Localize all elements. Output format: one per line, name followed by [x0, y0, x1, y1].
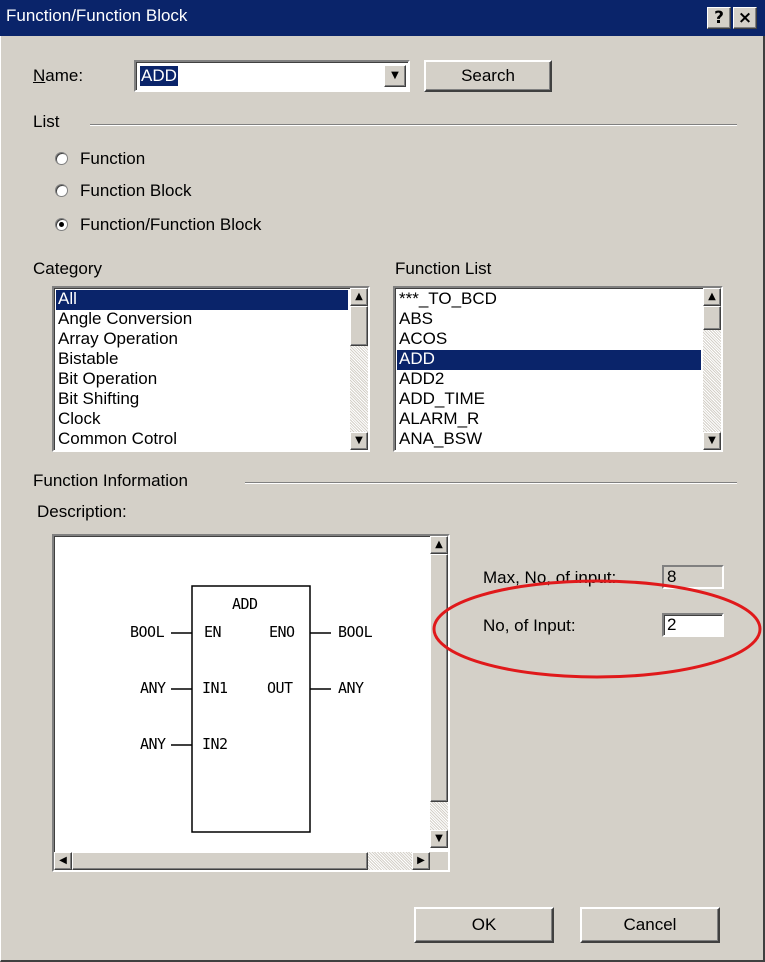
function-items: ***_TO_BCD ABS ACOS ADD ADD2 ADD_TIME ALARM_R A…: [397, 290, 701, 450]
input-pin-in2: IN2: [202, 735, 228, 753]
name-combobox[interactable]: ADD ▼: [134, 60, 410, 92]
output-pin-eno: ENO: [269, 623, 295, 641]
function-list-item[interactable]: ACOS: [397, 330, 701, 350]
description-scroll-left[interactable]: ◀: [54, 852, 72, 870]
function-block-diagram: [171, 585, 331, 833]
output-pin-out: OUT: [267, 679, 293, 697]
name-input[interactable]: ADD: [140, 66, 178, 86]
input-type-in2: ANY: [140, 735, 166, 753]
category-list-item[interactable]: Bit Shifting: [56, 390, 348, 410]
category-list-item[interactable]: Clock: [56, 410, 348, 430]
name-dropdown-button[interactable]: ▼: [384, 65, 406, 87]
radio-function-block[interactable]: Function Block: [55, 181, 295, 203]
function-scroll-down[interactable]: ▼: [703, 432, 721, 450]
arrow-right-icon: ▶: [417, 855, 425, 866]
radio-selected-dot: [59, 222, 64, 227]
function-listbox[interactable]: ***_TO_BCD ABS ACOS ADD ADD2 ADD_TIME ALARM_R A…: [393, 286, 723, 452]
category-scroll-thumb[interactable]: [350, 306, 368, 346]
radio-function-function-block-circle[interactable]: [55, 218, 68, 231]
radio-function[interactable]: Function: [55, 149, 255, 171]
radio-function-block-label: Function Block: [80, 181, 192, 200]
description-scroll-up[interactable]: ▲: [430, 536, 448, 554]
description-hscroll-thumb[interactable]: [72, 852, 368, 870]
category-scroll-up[interactable]: ▲: [350, 288, 368, 306]
category-list-item[interactable]: Angle Conversion: [56, 310, 348, 330]
description-scroll-right[interactable]: ▶: [412, 852, 430, 870]
description-hscroll[interactable]: ◀ ▶: [54, 852, 430, 870]
category-label: Category: [33, 259, 102, 278]
category-list-item[interactable]: Array Operation: [56, 330, 348, 350]
arrow-up-icon: ▲: [435, 539, 443, 550]
block-name: ADD: [232, 595, 258, 613]
radio-function-function-block[interactable]: Function/Function Block: [55, 215, 355, 237]
input-pin-en: EN: [204, 623, 222, 641]
function-info-divider: [245, 482, 737, 484]
name-label-rest: ame:: [45, 66, 84, 85]
close-button[interactable]: ×: [733, 7, 757, 29]
input-type-in1: ANY: [140, 679, 166, 697]
arrow-up-icon: ▲: [355, 291, 363, 302]
cancel-button-label: Cancel: [623, 915, 677, 934]
radio-function-block-circle[interactable]: [55, 184, 68, 197]
cancel-button[interactable]: Cancel: [580, 907, 720, 943]
output-type-out: ANY: [338, 679, 364, 697]
function-list-item[interactable]: ANA_BSW: [397, 430, 701, 450]
category-list-item[interactable]: Bit Operation: [56, 370, 348, 390]
category-listbox[interactable]: All Angle Conversion Array Operation Bistab…: [52, 286, 370, 452]
window-title: Function/Function Block: [6, 6, 188, 25]
description-label: Description:: [37, 502, 127, 521]
scroll-corner: [430, 852, 448, 870]
category-items: All Angle Conversion Array Operation Bistab…: [56, 290, 348, 450]
arrow-down-icon: ▼: [435, 833, 443, 844]
description-panel: ADD BOOL EN ANY IN1 ANY IN2 ENO BOOL OUT…: [52, 534, 450, 872]
ok-button[interactable]: OK: [414, 907, 554, 943]
function-scrollbar[interactable]: ▲ ▼: [703, 288, 721, 450]
function-list-item[interactable]: ABS: [397, 310, 701, 330]
help-button[interactable]: ?: [707, 7, 731, 29]
category-list-item[interactable]: Bistable: [56, 350, 348, 370]
category-list-item[interactable]: Common Cotrol: [56, 430, 348, 450]
function-list-item[interactable]: ALARM_R: [397, 410, 701, 430]
function-list-item[interactable]: ADD2: [397, 370, 701, 390]
function-info-label: Function Information: [33, 471, 188, 490]
arrow-left-icon: ◀: [59, 855, 67, 866]
name-label: Name:: [33, 66, 84, 85]
input-type-en: BOOL: [130, 623, 165, 641]
ok-button-label: OK: [471, 915, 497, 934]
category-list-item[interactable]: All: [56, 290, 348, 310]
radio-function-label: Function: [80, 149, 146, 168]
arrow-down-icon: ▼: [355, 435, 363, 446]
search-button[interactable]: Search: [424, 60, 552, 92]
function-scroll-up[interactable]: ▲: [703, 288, 721, 306]
chevron-down-icon: ▼: [391, 70, 399, 81]
radio-function-circle[interactable]: [55, 152, 68, 165]
search-button-label: Search: [461, 66, 515, 85]
description-scroll-down[interactable]: ▼: [430, 830, 448, 848]
list-group-label: List: [33, 112, 60, 131]
function-scroll-thumb[interactable]: [703, 306, 721, 330]
function-list-item[interactable]: ADD: [397, 350, 701, 370]
input-pin-in1: IN1: [202, 679, 228, 697]
title-bar: Function/Function Block ? ×: [0, 0, 765, 36]
category-scroll-down[interactable]: ▼: [350, 432, 368, 450]
function-list-item[interactable]: ***_TO_BCD: [397, 290, 701, 310]
annotation-ellipse: [432, 579, 762, 679]
function-list-label: Function List: [395, 259, 492, 278]
radio-function-function-block-label: Function/Function Block: [80, 215, 262, 234]
arrow-down-icon: ▼: [708, 435, 716, 446]
annotation-circle: [432, 579, 762, 679]
output-type-eno: BOOL: [338, 623, 373, 641]
arrow-up-icon: ▲: [708, 291, 716, 302]
list-group-divider: [90, 124, 737, 126]
function-list-item[interactable]: ADD_TIME: [397, 390, 701, 410]
category-scrollbar[interactable]: ▲ ▼: [350, 288, 368, 450]
